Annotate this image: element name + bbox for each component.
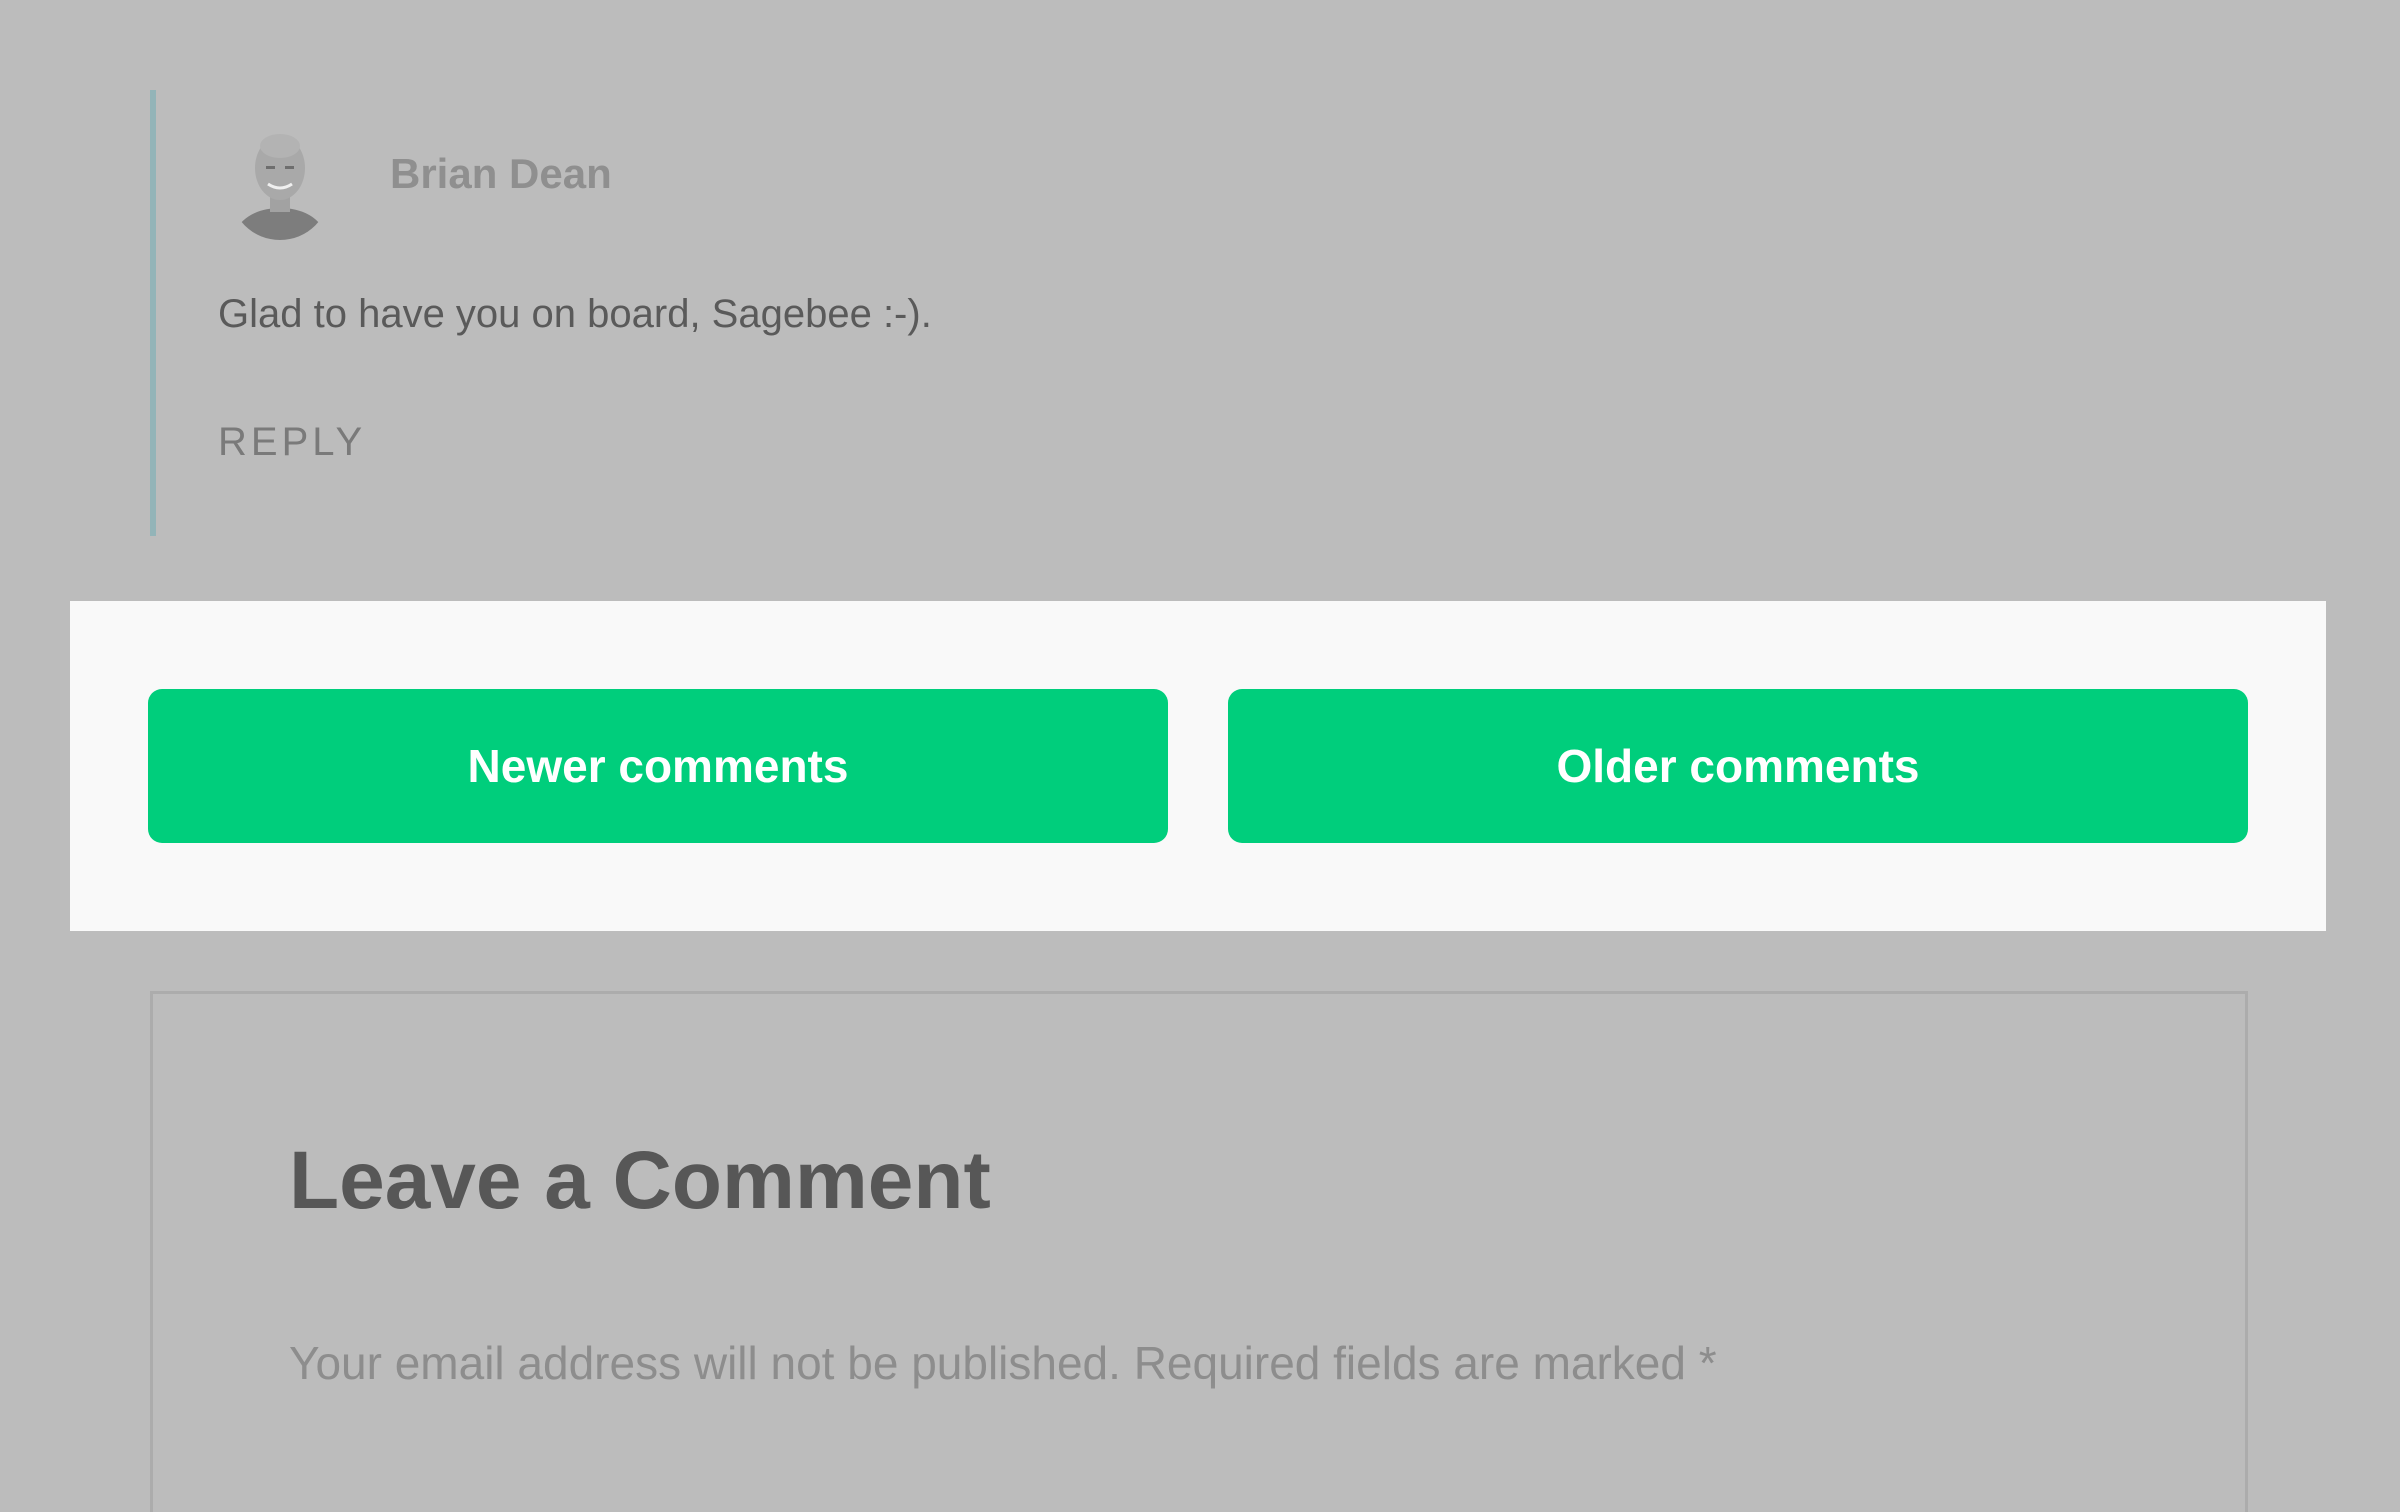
reply-link[interactable]: REPLY bbox=[218, 420, 366, 465]
section-fade bbox=[153, 1382, 2245, 1512]
older-comments-button[interactable]: Older comments bbox=[1228, 689, 2248, 843]
comment: Brian Dean Glad to have you on board, Sa… bbox=[150, 90, 1756, 536]
avatar-photo-icon bbox=[230, 120, 330, 240]
leave-comment-section: Leave a Comment Your email address will … bbox=[150, 991, 2248, 1512]
newer-comments-button[interactable]: Newer comments bbox=[148, 689, 1168, 843]
comment-pagination: Newer comments Older comments bbox=[70, 601, 2326, 931]
author-avatar bbox=[230, 120, 330, 240]
comment-text: Glad to have you on board, Sagebee :-). bbox=[218, 292, 932, 336]
leave-comment-heading: Leave a Comment bbox=[289, 1135, 991, 1226]
comment-author: Brian Dean bbox=[390, 150, 612, 197]
